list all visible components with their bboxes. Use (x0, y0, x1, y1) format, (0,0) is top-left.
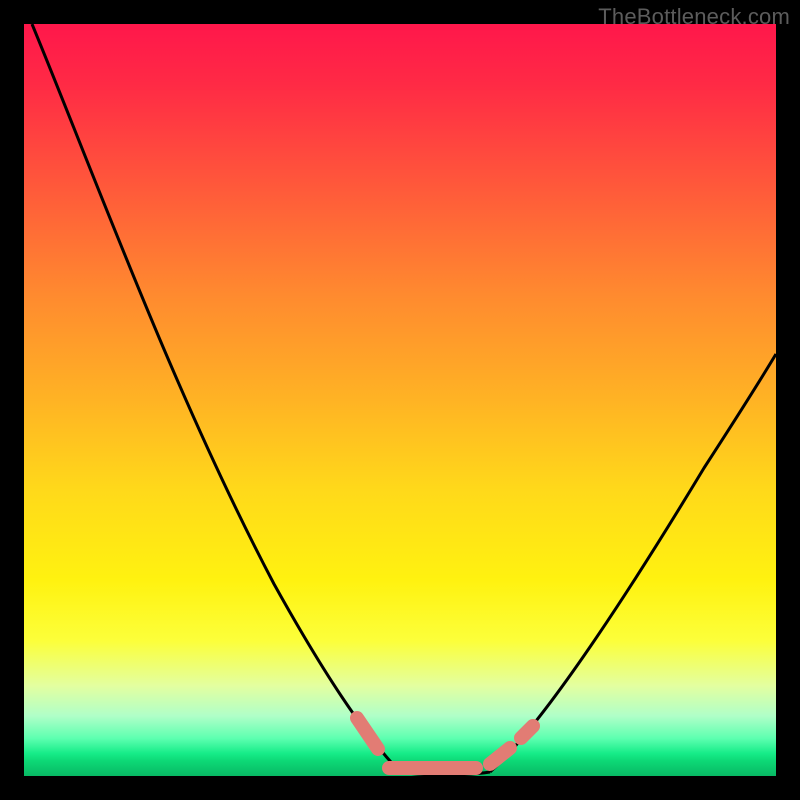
annotation-right-marker-2 (521, 726, 533, 738)
curve-left-descent (32, 24, 400, 772)
curve-right-ascent (490, 354, 776, 772)
watermark-text: TheBottleneck.com (598, 4, 790, 30)
chart-frame (24, 24, 776, 776)
chart-svg (24, 24, 776, 776)
annotation-left-marker (357, 718, 378, 749)
annotation-right-marker-1 (490, 748, 510, 764)
